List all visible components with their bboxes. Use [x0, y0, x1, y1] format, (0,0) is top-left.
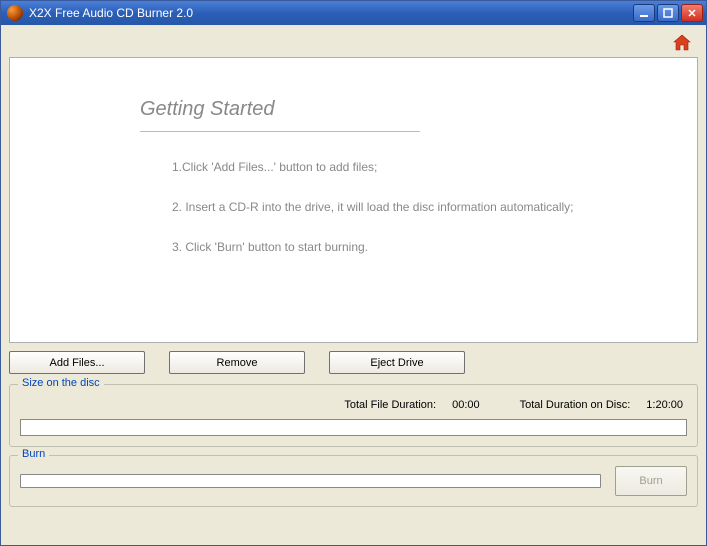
burn-button[interactable]: Burn: [615, 466, 687, 496]
file-duration-label: Total File Duration:: [344, 399, 436, 411]
burn-progress-bar: [20, 474, 601, 488]
home-row: [9, 31, 698, 57]
minimize-button[interactable]: [633, 4, 655, 22]
app-icon: [7, 5, 23, 21]
size-legend: Size on the disc: [18, 377, 104, 389]
eject-drive-button[interactable]: Eject Drive: [329, 351, 465, 374]
getting-started-heading: Getting Started: [140, 98, 697, 121]
minimize-icon: [639, 8, 649, 18]
size-bar: [20, 419, 687, 436]
heading-underline: [140, 131, 420, 132]
burn-row: Burn: [20, 466, 687, 496]
disc-duration-label: Total Duration on Disc:: [520, 399, 631, 411]
add-files-button[interactable]: Add Files...: [9, 351, 145, 374]
step-3: 3. Click 'Burn' button to start burning.: [140, 240, 697, 254]
close-icon: [687, 8, 697, 18]
size-info-row: Total File Duration: 00:00 Total Duratio…: [20, 395, 687, 419]
size-fieldset: Size on the disc Total File Duration: 00…: [9, 384, 698, 447]
step-1: 1.Click 'Add Files...' button to add fil…: [140, 160, 697, 174]
content-panel: Getting Started 1.Click 'Add Files...' b…: [9, 57, 698, 343]
home-icon[interactable]: [672, 33, 692, 53]
maximize-icon: [663, 8, 673, 18]
maximize-button[interactable]: [657, 4, 679, 22]
burn-fieldset: Burn Burn: [9, 455, 698, 507]
window-title: X2X Free Audio CD Burner 2.0: [29, 6, 631, 20]
titlebar: X2X Free Audio CD Burner 2.0: [1, 1, 706, 25]
close-button[interactable]: [681, 4, 703, 22]
remove-button[interactable]: Remove: [169, 351, 305, 374]
step-2: 2. Insert a CD-R into the drive, it will…: [140, 200, 697, 214]
disc-duration-value: 1:20:00: [646, 399, 683, 411]
app-window: X2X Free Audio CD Burner 2.0 Getting Sta…: [0, 0, 707, 546]
toolbar-buttons: Add Files... Remove Eject Drive: [9, 343, 698, 384]
burn-legend: Burn: [18, 448, 49, 460]
file-duration-value: 00:00: [452, 399, 480, 411]
upper-area: Getting Started 1.Click 'Add Files...' b…: [1, 25, 706, 384]
